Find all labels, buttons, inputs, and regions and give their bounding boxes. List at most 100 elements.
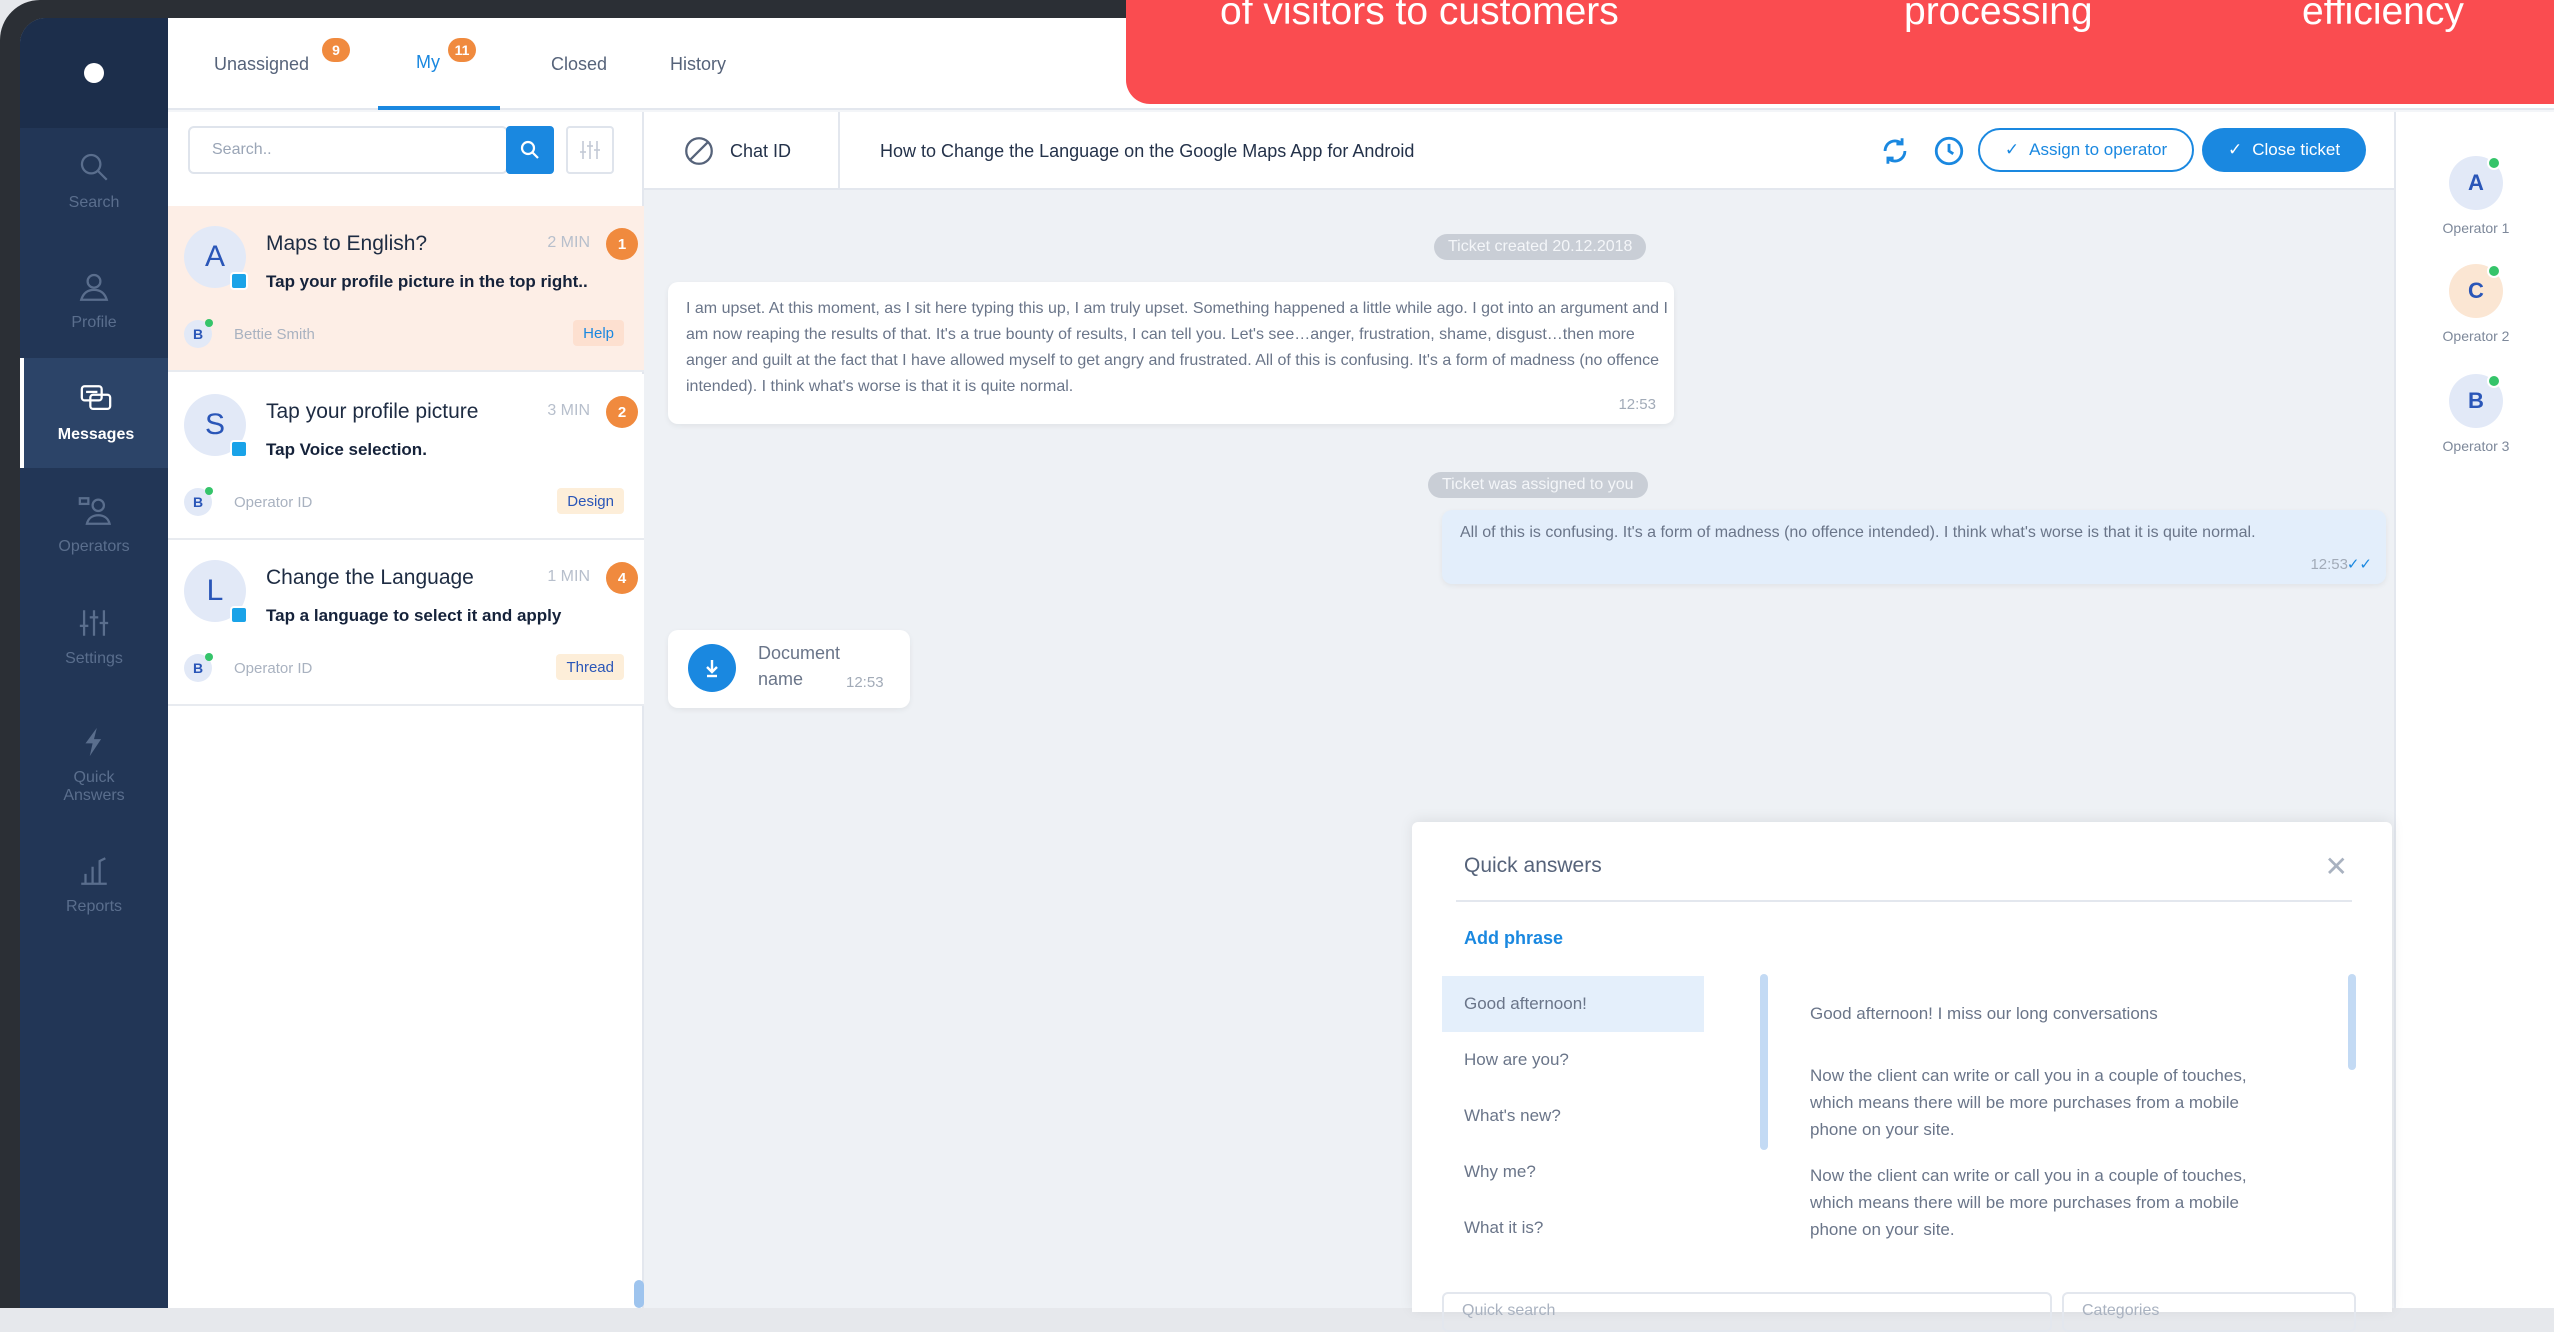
ticket-tag[interactable]: Thread — [556, 654, 624, 680]
logo-dot-icon — [84, 63, 104, 83]
tab-closed[interactable]: Closed — [551, 18, 607, 110]
ticket-time: 1 MIN — [547, 568, 590, 585]
operator-initial: C — [2468, 278, 2484, 303]
answer-text[interactable]: Now the client can write or call you in … — [1810, 1162, 2290, 1243]
online-dot — [205, 487, 213, 495]
quick-search-placeholder: Quick search — [1462, 1302, 1556, 1319]
ticket-title: Maps to English? — [266, 232, 428, 255]
operator-item[interactable]: A Operator 1 — [2396, 156, 2554, 236]
operator-avatar: B — [184, 653, 213, 682]
online-dot — [2487, 156, 2501, 170]
ticket-item[interactable]: A Maps to English? 2 MIN 1 Tap your prof… — [168, 206, 644, 372]
count-badge: 9 — [322, 38, 350, 62]
nav-label: Search — [68, 194, 120, 211]
avatar-initial: S — [204, 408, 225, 441]
nav-item-operators[interactable]: Operators — [20, 470, 168, 580]
categories-select[interactable]: Categories — [2062, 1292, 2356, 1332]
app-logo[interactable] — [20, 18, 168, 128]
outgoing-message: All of this is confusing. It's a form of… — [1442, 510, 2386, 584]
operator-item[interactable]: C Operator 2 — [2396, 264, 2554, 344]
nav-item-messages[interactable]: Messages — [20, 358, 168, 468]
assign-operator-button[interactable]: ✓ Assign to operator — [1978, 128, 2194, 172]
ticket-preview: Tap Voice selection. — [266, 440, 427, 459]
ticket-tag[interactable]: Help — [573, 320, 624, 346]
list-scrollbar[interactable] — [634, 1280, 644, 1308]
phrase-item[interactable]: What's new? — [1442, 1088, 1704, 1144]
reports-icon — [81, 857, 107, 885]
operators-panel: A Operator 1 C Operator 2 B Operator 3 — [2394, 112, 2554, 1308]
tab-history[interactable]: History — [670, 18, 726, 110]
promo-banner: of visitors to customers processing effi… — [1126, 0, 2554, 104]
phrase-item[interactable]: What it is? — [1442, 1200, 1704, 1256]
channel-icon — [230, 606, 248, 624]
answer-text[interactable]: Now the client can write or call you in … — [1810, 1062, 2290, 1143]
profile-icon — [79, 273, 109, 301]
filter-button[interactable] — [566, 126, 614, 174]
unread-badge: 2 — [606, 396, 638, 428]
tab-unassigned[interactable]: Unassigned 9 — [214, 18, 350, 110]
nav-item-quick-answers[interactable]: Quick Answers — [20, 710, 168, 820]
message-time: 12:53 — [1618, 396, 1656, 413]
operator-initial: B — [2468, 388, 2484, 413]
message-text: All of this is confusing. It's a form of… — [1460, 524, 2256, 541]
divider — [1456, 900, 2352, 902]
close-icon[interactable]: ✕ — [2325, 850, 2348, 883]
phrase-item[interactable]: How are you? — [1442, 1032, 1704, 1088]
chat-header: Chat ID How to Change the Language on th… — [644, 112, 2394, 190]
ticket-preview: Tap a language to select it and apply — [266, 606, 562, 625]
operator-avatar: C — [2449, 264, 2503, 318]
nav-item-profile[interactable]: Profile — [20, 246, 168, 356]
operator-avatar: B — [2449, 374, 2503, 428]
block-icon[interactable] — [682, 134, 716, 168]
assign-label: Assign to operator — [2029, 140, 2168, 159]
ticket-item[interactable]: L Change the Language 1 MIN 4 Tap a lang… — [168, 540, 644, 706]
ticket-preview: Tap your profile picture in the top righ… — [266, 272, 588, 291]
tab-label: My — [416, 51, 440, 72]
ticket-title: Change the Language — [266, 566, 474, 589]
nav-label: Profile — [71, 314, 117, 331]
add-phrase-link[interactable]: Add phrase — [1464, 928, 1563, 949]
nav-item-reports[interactable]: Reports — [20, 830, 168, 940]
ticket-assigned-note: Ticket was assigned to you — [1428, 472, 1648, 498]
clock-icon[interactable] — [1932, 134, 1966, 168]
close-ticket-button[interactable]: ✓ Close ticket — [2202, 128, 2366, 172]
document-attachment[interactable]: Document name 12:53 — [668, 630, 910, 708]
download-icon — [706, 660, 718, 678]
count-badge: 11 — [448, 38, 476, 62]
refresh-icon[interactable] — [1878, 134, 1912, 168]
operator-item[interactable]: B Operator 3 — [2396, 374, 2554, 454]
operator-name: Bettie Smith — [234, 326, 315, 343]
operator-name: Operator 3 — [2442, 438, 2510, 454]
online-dot — [205, 653, 213, 661]
operator-name: Operator ID — [234, 494, 313, 511]
quick-search-input[interactable]: Quick search — [1442, 1292, 2052, 1332]
tab-my[interactable]: My 11 — [378, 18, 500, 110]
settings-icon — [79, 610, 109, 636]
search-input[interactable]: Search.. — [188, 126, 508, 174]
phrase-item[interactable]: Good afternoon! — [1442, 976, 1704, 1032]
phrases-scrollbar[interactable] — [1760, 974, 1768, 1150]
channel-icon — [230, 440, 248, 458]
chat-id: Chat ID — [644, 112, 840, 190]
tab-label: Closed — [551, 53, 608, 74]
nav-label: Operators — [58, 538, 130, 555]
categories-placeholder: Categories — [2082, 1302, 2160, 1319]
nav-label: Messages — [57, 426, 135, 443]
ticket-time: 2 MIN — [547, 234, 590, 251]
nav-item-search[interactable]: Search — [20, 126, 168, 236]
search-button[interactable] — [506, 126, 554, 174]
channel-icon — [230, 272, 248, 290]
answer-text[interactable]: Good afternoon! I miss our long conversa… — [1810, 1000, 2290, 1027]
answers-scrollbar[interactable] — [2348, 974, 2356, 1070]
nav-item-settings[interactable]: Settings — [20, 582, 168, 692]
operators-icon — [78, 497, 111, 525]
download-button[interactable] — [688, 644, 736, 692]
device-frame: Search Profile Messages Operators Settin… — [0, 0, 2554, 1332]
search-icon — [520, 140, 539, 159]
chat-id-label: Chat ID — [730, 140, 792, 161]
document-name: Document name — [758, 643, 841, 689]
message-text: I am upset. At this moment, as I sit her… — [686, 300, 1668, 395]
ticket-tag[interactable]: Design — [557, 488, 624, 514]
ticket-item[interactable]: S Tap your profile picture 3 MIN 2 Tap V… — [168, 374, 644, 540]
phrase-item[interactable]: Why me? — [1442, 1144, 1704, 1200]
